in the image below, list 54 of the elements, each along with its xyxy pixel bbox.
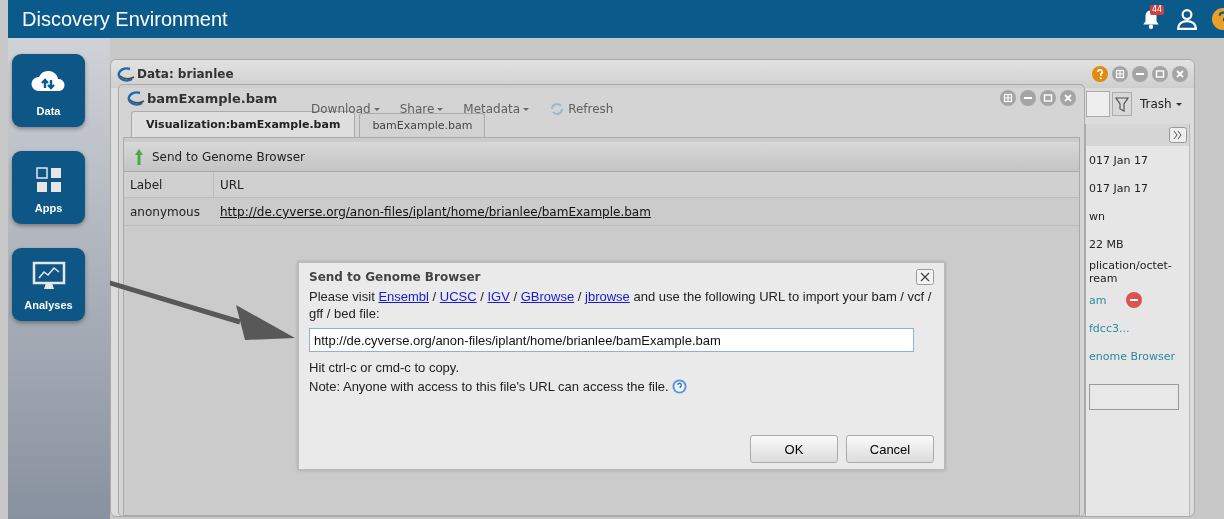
sidebar-tile[interactable]: Apps: [12, 151, 85, 224]
logo-icon: [117, 66, 135, 82]
hint-text: Hit ctrl-c or cmd-c to copy.: [309, 360, 460, 375]
dialog-button[interactable]: Cancel: [846, 435, 934, 463]
tile-windows-icon[interactable]: [1000, 90, 1016, 106]
column-header[interactable]: URL: [214, 177, 244, 192]
arrow-up-icon: [134, 147, 144, 166]
remove-icon[interactable]: [1126, 292, 1143, 308]
url-link[interactable]: http://de.cyverse.org/anon-files/iplant/home/brianlee/bamExample.bam: [214, 204, 651, 219]
filter-icon[interactable]: [1112, 92, 1132, 116]
trash-menu[interactable]: Trash: [1140, 97, 1182, 111]
logo-icon: [127, 90, 145, 106]
link[interactable]: jbrowse: [585, 289, 630, 304]
detail-value: 22 MB: [1089, 237, 1125, 251]
text-field[interactable]: [1089, 384, 1179, 410]
refresh-icon: [549, 101, 566, 117]
window-title: Data: brianlee: [137, 67, 234, 81]
maximize-icon[interactable]: [1040, 90, 1056, 106]
minimize-icon[interactable]: [1020, 90, 1036, 106]
send-button[interactable]: Send to Genome Browser: [134, 147, 306, 166]
search-field[interactable]: [1086, 91, 1110, 117]
dialog-message: Please visit Ensembl / UCSC / IGV / GBrowse / jbrowse and use the following URL to import your bam / vcf / gff / bed file:: [309, 288, 933, 322]
tile-windows-icon[interactable]: [1112, 66, 1128, 82]
dialog-title: Send to Genome Browser: [309, 270, 481, 284]
tile-label: Data: [36, 104, 61, 117]
dialog-button[interactable]: OK: [750, 435, 838, 463]
detail-value: wn: [1089, 209, 1106, 223]
url-field[interactable]: http://de.cyverse.org/anon-files/iplant/home/brianlee/bamExample.bam: [309, 328, 914, 352]
help-icon[interactable]: [1092, 66, 1108, 82]
detail-value: plication/octet-ream: [1089, 259, 1173, 285]
window-title: bamExample.bam: [147, 90, 278, 106]
expand-icon[interactable]: [1169, 127, 1187, 143]
minimize-icon[interactable]: [1132, 66, 1148, 82]
sidebar-tile[interactable]: Data: [12, 54, 85, 127]
detail-value: 017 Jan 17: [1089, 181, 1149, 195]
notification-badge: 44: [1150, 5, 1165, 15]
tile-label: Analyses: [24, 298, 73, 311]
link[interactable]: GBrowse: [520, 289, 575, 304]
link[interactable]: UCSC: [439, 289, 477, 304]
help-icon[interactable]: [671, 379, 687, 394]
detail-value: 017 Jan 17: [1089, 153, 1149, 167]
link[interactable]: IGV: [487, 289, 510, 304]
column-header[interactable]: Label: [124, 172, 214, 197]
toolbar-menu[interactable]: Refresh: [549, 101, 614, 117]
close-icon[interactable]: [916, 269, 934, 285]
note-text: Note: Anyone with access to this file's URL can access the file.: [309, 379, 669, 394]
link[interactable]: Ensembl: [378, 289, 429, 304]
user-icon[interactable]: [1176, 8, 1198, 30]
sidebar-tile[interactable]: Analyses: [12, 248, 85, 321]
table-cell-text: anonymous: [129, 204, 201, 219]
maximize-icon[interactable]: [1152, 66, 1168, 82]
tile-label: Apps: [34, 201, 63, 214]
app-title: Discovery Environment: [22, 7, 229, 31]
tab[interactable]: bamExample.bam: [359, 113, 486, 137]
